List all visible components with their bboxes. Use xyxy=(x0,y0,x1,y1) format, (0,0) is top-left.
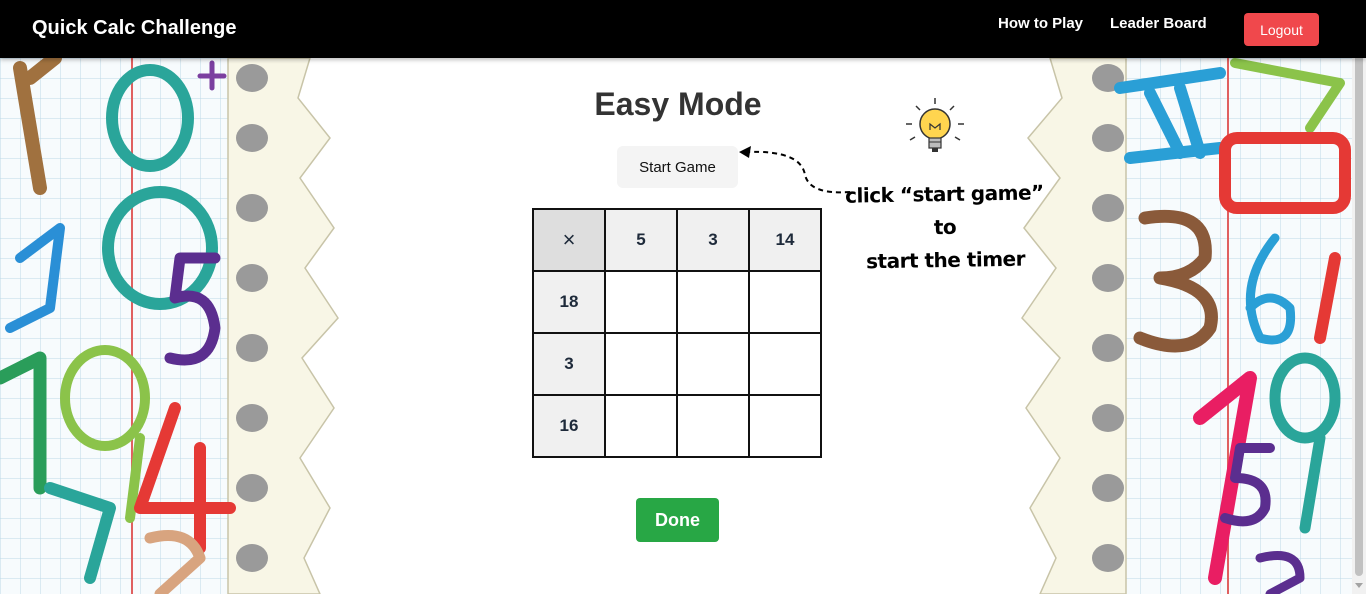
grid-row: 3 xyxy=(532,332,822,396)
page-title: Easy Mode xyxy=(594,86,762,122)
answer-cell[interactable] xyxy=(748,332,822,396)
hint-line-2: start the timer xyxy=(865,246,1026,274)
column-header: 3 xyxy=(676,208,750,272)
hint-line-1: click “start game” to xyxy=(844,180,1044,240)
scrollbar[interactable] xyxy=(1352,0,1366,594)
answer-cell[interactable] xyxy=(604,270,678,334)
answer-cell[interactable] xyxy=(748,270,822,334)
answer-cell[interactable] xyxy=(604,394,678,458)
row-header: 18 xyxy=(532,270,606,334)
column-header: 14 xyxy=(748,208,822,272)
left-numbers-background xyxy=(0,58,339,594)
start-game-button[interactable]: Start Game xyxy=(617,146,738,188)
start-game-hint: click “start game” to start the timer xyxy=(839,176,1051,279)
row-header: 3 xyxy=(532,332,606,396)
scrollbar-thumb[interactable] xyxy=(1355,16,1363,576)
operator-cell: × xyxy=(532,208,606,272)
nav-how-to-play[interactable]: How to Play xyxy=(998,15,1083,32)
answer-cell[interactable] xyxy=(676,270,750,334)
app-title[interactable]: Quick Calc Challenge xyxy=(32,17,237,40)
done-button[interactable]: Done xyxy=(636,498,719,542)
lightbulb-icon xyxy=(906,98,964,152)
logout-button[interactable]: Logout xyxy=(1244,13,1319,46)
grid-row: 18 xyxy=(532,270,822,334)
row-header: 16 xyxy=(532,394,606,458)
answer-cell[interactable] xyxy=(604,332,678,396)
answer-cell[interactable] xyxy=(748,394,822,458)
grid-header-row: × 5 3 14 xyxy=(532,208,822,272)
navbar: Quick Calc Challenge How to Play Leader … xyxy=(0,0,1366,58)
right-numbers-background xyxy=(1021,58,1352,594)
grid-row: 16 xyxy=(532,394,822,458)
nav-leader-board[interactable]: Leader Board xyxy=(1110,15,1207,32)
dashed-arrow-icon xyxy=(739,146,851,194)
scroll-down-arrow-icon[interactable] xyxy=(1355,583,1363,588)
answer-cell[interactable] xyxy=(676,394,750,458)
multiplication-grid: × 5 3 14 18 3 16 xyxy=(532,208,822,458)
answer-cell[interactable] xyxy=(676,332,750,396)
column-header: 5 xyxy=(604,208,678,272)
